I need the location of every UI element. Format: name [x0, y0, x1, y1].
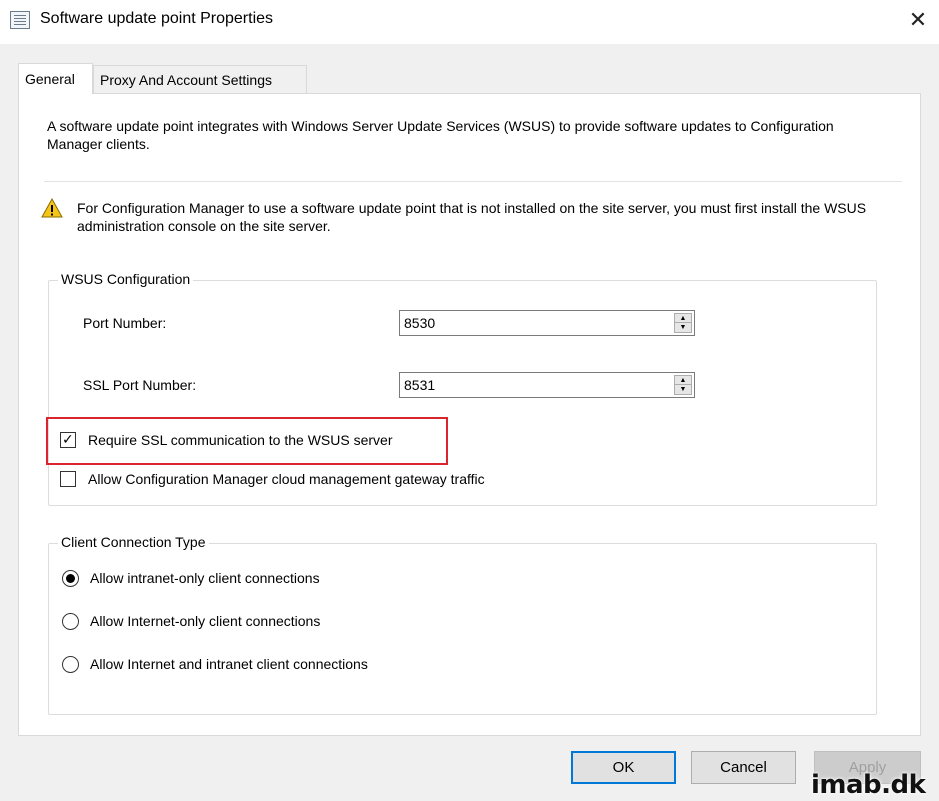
radio-selected-dot: [66, 574, 75, 583]
radio-internet-and-intranet-label[interactable]: Allow Internet and intranet client conne…: [90, 656, 368, 672]
watermark-logo: imab.dk: [811, 770, 926, 800]
ssl-port-number-stepper[interactable]: ▲ ▼: [399, 372, 695, 398]
client-connection-type-label: Client Connection Type: [58, 534, 209, 550]
cancel-button[interactable]: Cancel: [691, 751, 796, 784]
tab-proxy-account-settings[interactable]: Proxy And Account Settings: [93, 65, 307, 93]
port-spin-buttons[interactable]: ▲ ▼: [674, 313, 692, 333]
intro-text: A software update point integrates with …: [47, 118, 834, 152]
radio-intranet-only[interactable]: [62, 570, 79, 587]
port-number-input[interactable]: [400, 311, 670, 335]
ok-button[interactable]: OK: [571, 751, 676, 784]
annotation-highlight-box: [46, 417, 448, 465]
window-title: Software update point Properties: [40, 10, 274, 27]
client-connection-type-group: [48, 543, 877, 715]
ssl-port-spin-buttons[interactable]: ▲ ▼: [674, 375, 692, 395]
radio-intranet-only-label[interactable]: Allow intranet-only client connections: [90, 570, 320, 586]
wsus-configuration-label: WSUS Configuration: [58, 271, 194, 287]
spin-up-icon[interactable]: ▲: [675, 314, 691, 323]
warning-text: For Configuration Manager to use a softw…: [77, 200, 867, 234]
radio-internet-and-intranet[interactable]: [62, 656, 79, 673]
properties-sheet-icon: [10, 11, 30, 29]
port-number-stepper[interactable]: ▲ ▼: [399, 310, 695, 336]
radio-internet-only-label[interactable]: Allow Internet-only client connections: [90, 613, 320, 629]
spin-down-icon[interactable]: ▼: [675, 385, 691, 394]
title-bar: Software update point Properties ✕: [0, 0, 939, 44]
separator: [44, 181, 902, 183]
spin-down-icon[interactable]: ▼: [675, 323, 691, 332]
port-number-label: Port Number:: [83, 315, 167, 331]
tab-general[interactable]: General: [18, 63, 93, 94]
allow-cmg-label[interactable]: Allow Configuration Manager cloud manage…: [88, 471, 485, 487]
ssl-port-number-label: SSL Port Number:: [83, 377, 197, 393]
close-button[interactable]: ✕: [898, 4, 938, 38]
radio-internet-only[interactable]: [62, 613, 79, 630]
allow-cmg-checkbox[interactable]: [60, 471, 76, 487]
ssl-port-number-input[interactable]: [400, 373, 670, 397]
warning-triangle-icon: [41, 198, 63, 218]
spin-up-icon[interactable]: ▲: [675, 376, 691, 385]
